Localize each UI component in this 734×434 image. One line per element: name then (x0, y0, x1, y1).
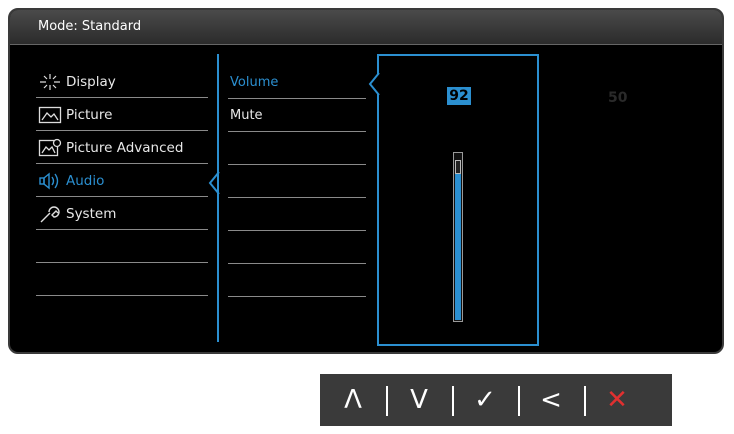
check-icon: ✓ (474, 385, 496, 415)
menu-item-empty (36, 231, 208, 263)
menu-item-display[interactable]: Display (36, 66, 208, 98)
menu-item-label: Picture (66, 107, 113, 123)
control-key-bar: Λ V ✓ < ✕ (320, 374, 672, 426)
volume-slider[interactable] (453, 152, 463, 322)
menu-divider (217, 54, 219, 342)
system-icon (40, 206, 60, 223)
menu-item-label: Picture Advanced (66, 140, 184, 156)
submenu-item-empty (228, 165, 366, 198)
close-icon: ✕ (606, 385, 628, 415)
back-icon: < (540, 385, 562, 415)
menu-item-label: System (66, 206, 117, 222)
picture-advanced-icon (38, 138, 62, 157)
submenu-item-volume[interactable]: Volume (228, 66, 366, 99)
up-icon: Λ (344, 385, 362, 415)
menu-item-label: Display (66, 74, 116, 90)
picture-icon (38, 106, 62, 124)
menu-item-audio[interactable]: Audio (36, 165, 208, 197)
volume-value: 92 (447, 87, 471, 105)
osd-header: Mode: Standard (10, 10, 722, 45)
osd-panel: Mode: Standard Display Picture Picture A… (8, 8, 724, 354)
confirm-key-button[interactable]: ✓ (452, 374, 518, 426)
menu-item-system[interactable]: System (36, 198, 208, 230)
back-key-button[interactable]: < (518, 374, 584, 426)
display-icon (40, 74, 60, 90)
exit-key-button[interactable]: ✕ (584, 374, 650, 426)
down-key-button[interactable]: V (386, 374, 452, 426)
menu-item-picture-advanced[interactable]: Picture Advanced (36, 132, 208, 164)
up-key-button[interactable]: Λ (320, 374, 386, 426)
submenu-item-mute[interactable]: Mute (228, 99, 366, 132)
submenu-item-empty (228, 264, 366, 297)
down-icon: V (410, 385, 428, 415)
submenu-item-empty (228, 198, 366, 231)
audio-icon (39, 172, 59, 190)
submenu-item-empty (228, 231, 366, 264)
volume-slider-thumb[interactable] (455, 160, 461, 174)
value-caret-icon (368, 72, 380, 96)
submenu-item-empty (228, 132, 366, 165)
volume-value-panel: 92 (377, 54, 539, 346)
volume-slider-fill (455, 167, 461, 320)
menu-item-label: Audio (66, 173, 105, 189)
menu-item-picture[interactable]: Picture (36, 99, 208, 131)
mode-title: Mode: Standard (38, 19, 142, 34)
submenu-item-label: Volume (230, 75, 279, 90)
side-value: 50 (608, 90, 628, 106)
submenu-item-label: Mute (230, 108, 263, 123)
menu-item-empty (36, 264, 208, 296)
